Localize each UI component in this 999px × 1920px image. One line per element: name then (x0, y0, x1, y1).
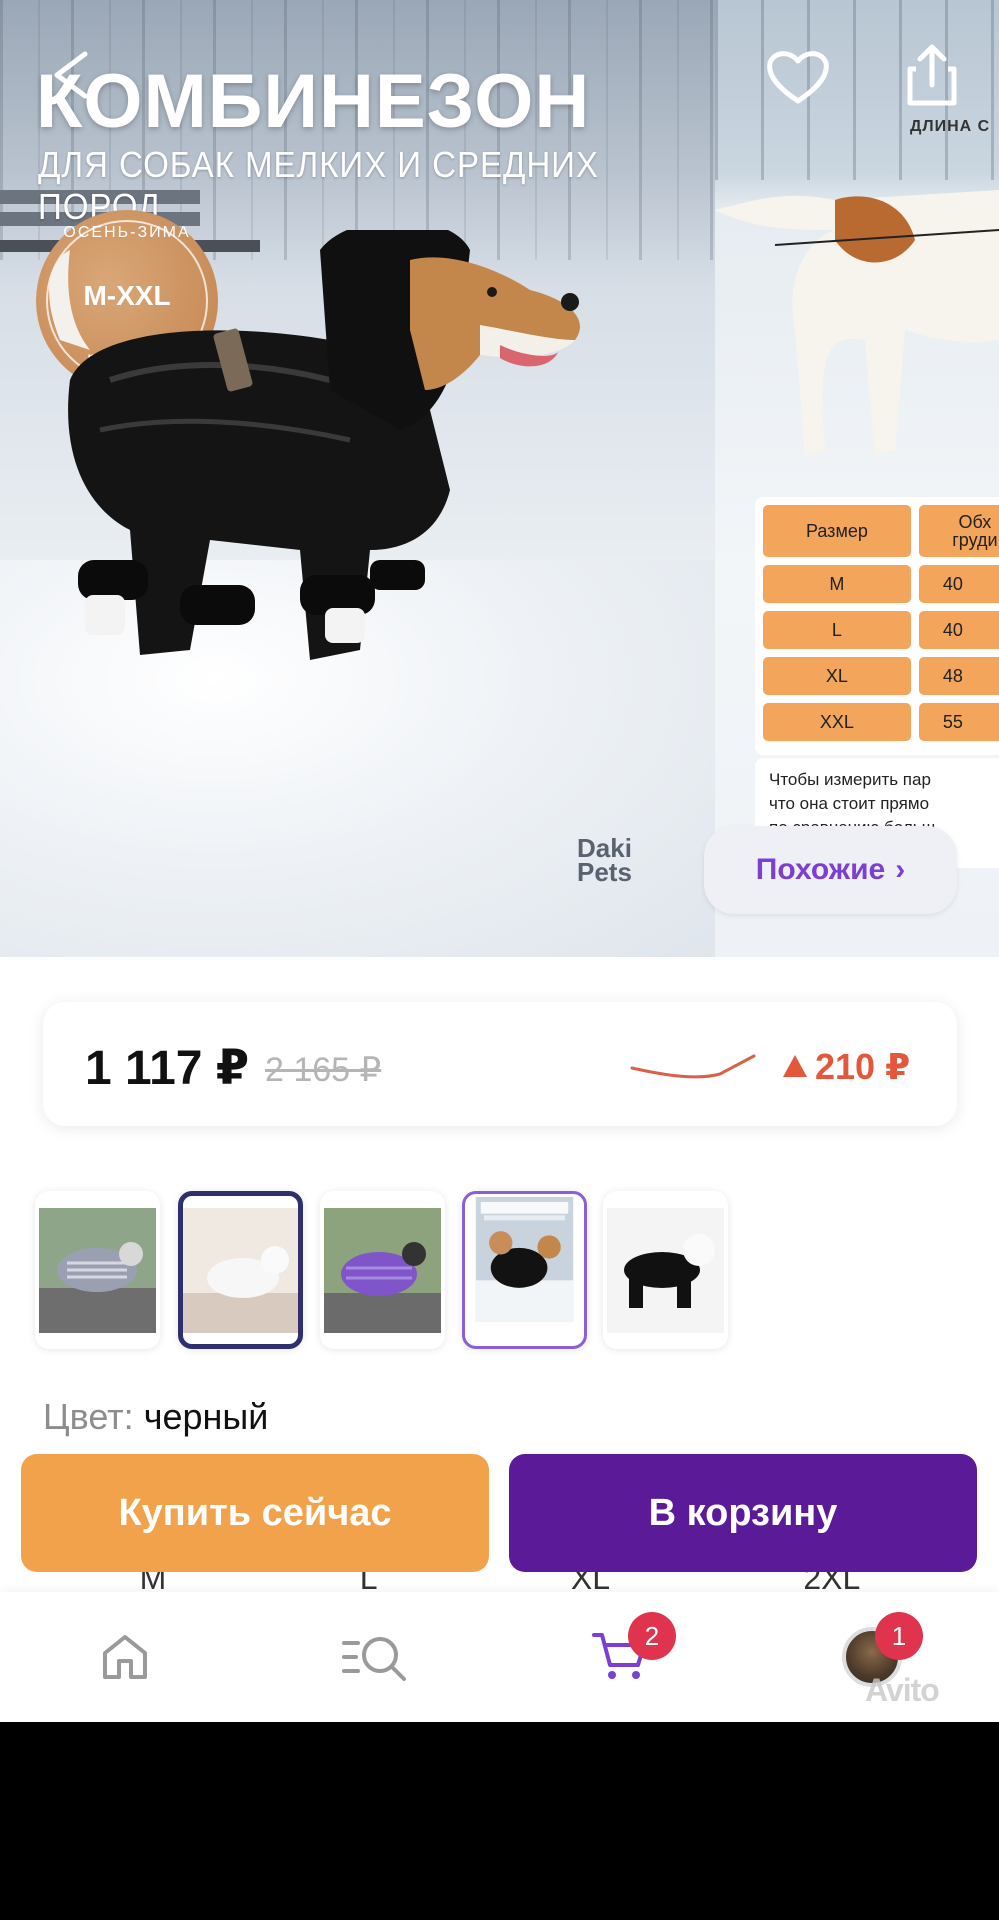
similar-items-button[interactable]: Похожие › (704, 826, 957, 914)
price-card[interactable]: 1 117 ₽ 2 165 ₽ 210 ₽ (43, 1002, 957, 1126)
thumbnail-image-purple-jacket-dog (324, 1208, 441, 1333)
current-price: 1 117 ₽ (85, 1042, 250, 1095)
size-table-row: XXL 55 (763, 703, 999, 741)
screen: КОМБИНЕЗОН ДЛЯ СОБАК МЕЛКИХ И СРЕДНИХ ПО… (0, 0, 999, 1722)
dog-in-black-jumpsuit-illustration (49, 230, 580, 660)
share-icon[interactable] (897, 40, 967, 110)
thumbnail-image-striped-jacket-dog (39, 1208, 156, 1333)
gallery-slide-next[interactable]: ДЛИНА С Размер Обх груди M 40 L 40 XL 48… (715, 0, 999, 957)
thumbnail-item[interactable] (320, 1191, 445, 1349)
thumbnail-item-selected[interactable] (178, 1191, 303, 1349)
old-price: 2 165 ₽ (265, 1051, 382, 1089)
price-trend-sparkline (630, 1054, 756, 1079)
color-selector: Цвет: черный (43, 1396, 268, 1438)
similar-label: Похожие (755, 853, 886, 886)
thumbnail-image-white-suit-dog (183, 1208, 298, 1333)
add-to-cart-button[interactable]: В корзину (509, 1454, 977, 1572)
size-table-row: XL 48 (763, 657, 999, 695)
length-label: ДЛИНА С (910, 118, 991, 135)
tab-home[interactable] (85, 1622, 165, 1692)
avito-watermark: Avito (865, 1672, 940, 1708)
brand-logo: Daki Pets (577, 835, 632, 887)
thumbnail-image-promo-black-suit (475, 1197, 574, 1322)
thumbnail-image-black-suit-poodle (607, 1208, 724, 1333)
brand-line-2: Pets (577, 857, 632, 887)
size-table-cell: 40 (918, 611, 999, 649)
measure-note-line: Чтобы измерить пар (769, 770, 931, 789)
size-table-cell: 55 (918, 703, 999, 741)
price-change-value: 210 ₽ (815, 1046, 911, 1087)
chevron-right-icon: › (895, 853, 906, 886)
size-table-cell: L (763, 611, 911, 649)
image-gallery[interactable]: КОМБИНЕЗОН ДЛЯ СОБАК МЕЛКИХ И СРЕДНИХ ПО… (0, 0, 999, 957)
tab-catalog[interactable] (335, 1622, 415, 1692)
catalog-search-icon (342, 1637, 406, 1681)
arrow-up-icon (783, 1054, 807, 1077)
thumbnail-strip (35, 1191, 735, 1349)
size-table-cell: XXL (763, 703, 911, 741)
back-arrow-icon[interactable] (36, 40, 106, 110)
home-icon (103, 1635, 147, 1679)
cart-count-badge: 2 (628, 1612, 676, 1660)
bottom-tab-bar (0, 1592, 999, 1722)
size-table-row: M 40 (763, 565, 999, 603)
thumbnail-item-selected[interactable] (462, 1191, 587, 1349)
buy-now-button[interactable]: Купить сейчас (21, 1454, 489, 1572)
promo-title: КОМБИНЕЗОН (36, 59, 591, 144)
size-table-cell: 48 (918, 657, 999, 695)
size-table: Размер Обх груди M 40 L 40 XL 48 XXL 55 (755, 497, 999, 755)
price-change: 210 ₽ (783, 1046, 910, 1088)
size-table-cell: XL (763, 657, 911, 695)
size-table-header-chest: Обх груди (918, 505, 999, 557)
heart-icon[interactable] (763, 42, 833, 112)
size-table-cell: M (763, 565, 911, 603)
color-label: Цвет: (43, 1396, 134, 1437)
measure-note-line: что она стоит прямо (769, 794, 930, 813)
gallery-slide-main[interactable]: КОМБИНЕЗОН ДЛЯ СОБАК МЕЛКИХ И СРЕДНИХ ПО… (0, 0, 715, 957)
size-table-cell: 40 (918, 565, 999, 603)
thumbnail-item[interactable] (603, 1191, 728, 1349)
size-table-row: L 40 (763, 611, 999, 649)
dog-size-photo (715, 190, 999, 455)
profile-notification-badge: 1 (875, 1612, 923, 1660)
thumbnail-item[interactable] (35, 1191, 160, 1349)
size-table-header: Размер Обх груди (763, 505, 999, 557)
color-value: черный (143, 1396, 269, 1437)
size-table-header-size: Размер (763, 505, 911, 557)
